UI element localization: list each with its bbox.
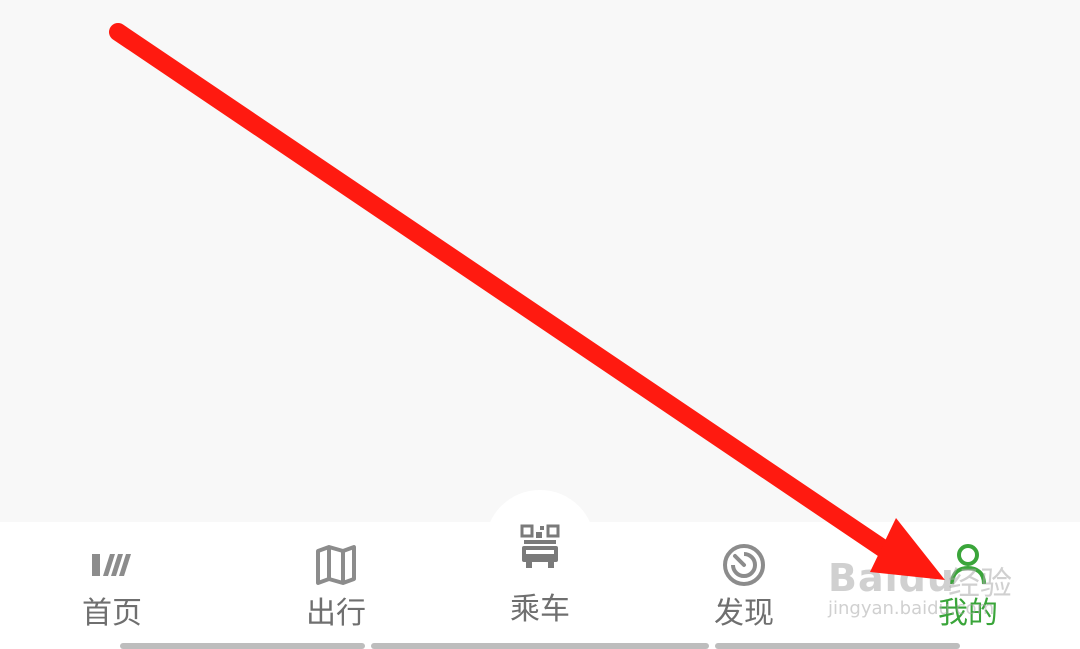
tab-home-label: 首页 <box>82 596 142 631</box>
tab-home[interactable]: 首页 <box>42 540 182 640</box>
map-icon <box>311 540 361 590</box>
content-area <box>0 0 1080 522</box>
tab-travel-label: 出行 <box>306 596 366 631</box>
bottom-indicator-bar <box>715 643 960 649</box>
app-screen: 首页 出行 乘车 发现 我的 Baidu 经验 jingyan.baidu.co… <box>0 0 1080 649</box>
tab-find-label: 发现 <box>714 596 774 631</box>
bottom-indicator-bar <box>120 643 365 649</box>
tab-find[interactable]: 发现 <box>674 540 814 640</box>
tab-ride[interactable]: 乘车 <box>470 524 610 627</box>
home-stripes-icon <box>87 540 137 590</box>
watermark-url: jingyan.baidu.com <box>828 598 995 619</box>
watermark-logo: Baidu <box>828 556 955 600</box>
qr-bus-icon <box>515 524 565 570</box>
watermark: Baidu 经验 jingyan.baidu.com <box>828 528 1028 628</box>
tab-ride-label: 乘车 <box>510 592 570 627</box>
tab-travel[interactable]: 出行 <box>266 540 406 640</box>
bottom-indicator-bar <box>371 643 709 649</box>
radar-icon <box>719 540 769 590</box>
